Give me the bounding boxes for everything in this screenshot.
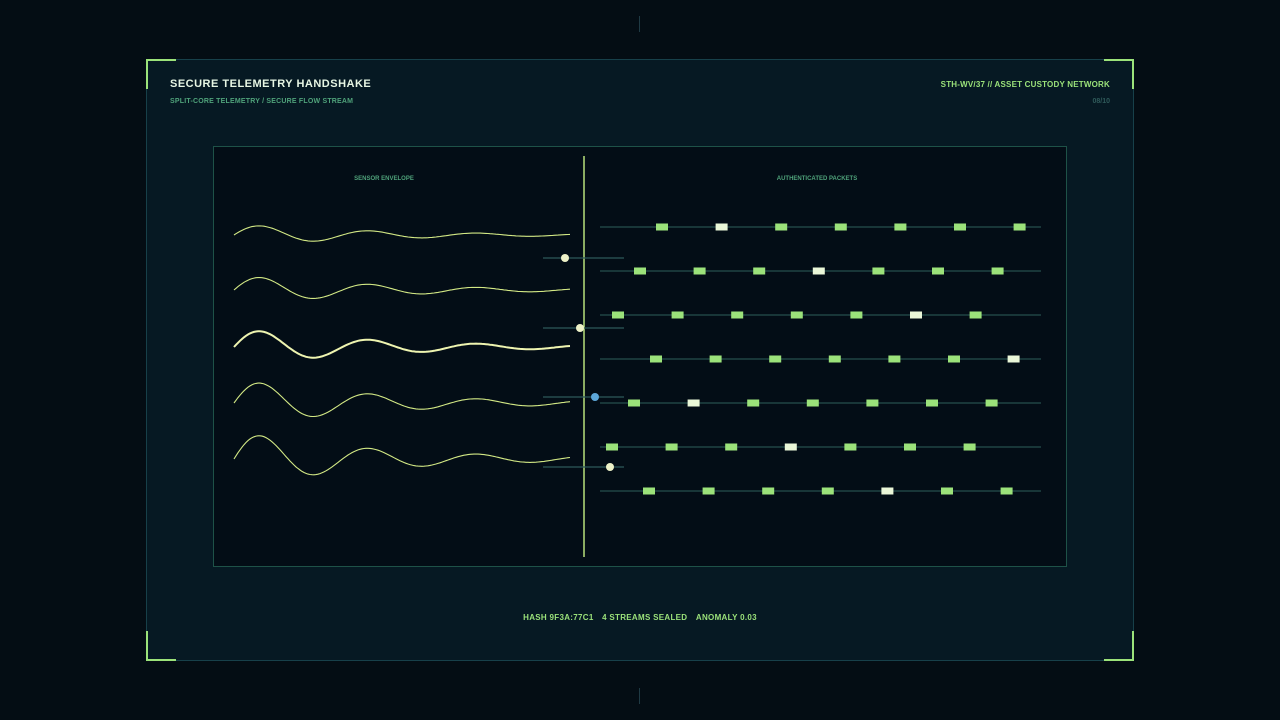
visualization-panel: SENSOR ENVELOPE AUTHENTICATED PACKETS <box>213 146 1067 567</box>
packet-block <box>784 443 797 451</box>
packet-block <box>634 267 646 275</box>
sensor-waves <box>233 225 571 476</box>
packet-block <box>969 311 982 319</box>
packet-block <box>606 443 618 451</box>
packet-block <box>866 399 879 407</box>
packet-block <box>894 223 907 231</box>
packet-block <box>850 311 863 319</box>
packet-block <box>888 355 901 363</box>
packet-block <box>948 355 960 363</box>
telemetry-visualization: SENSOR ENVELOPE AUTHENTICATED PACKETS <box>233 156 1041 557</box>
handshake-node-2 <box>576 324 584 332</box>
packet-block <box>941 487 953 495</box>
packet-block <box>665 443 678 451</box>
corner-bracket-bottom-left <box>146 631 176 661</box>
packet-block <box>985 399 998 407</box>
bottom-center-tick <box>639 688 640 704</box>
packet-block <box>1007 355 1020 363</box>
handshake-node-4 <box>606 463 614 471</box>
packet-block <box>926 399 938 407</box>
packet-block <box>693 267 706 275</box>
packet-block <box>881 487 894 495</box>
packet-block <box>702 487 715 495</box>
packet-block <box>628 399 640 407</box>
packet-block <box>769 355 782 363</box>
packet-block <box>725 443 738 451</box>
packet-block <box>954 223 966 231</box>
packet-streams <box>600 223 1041 495</box>
sensor-wave-2 <box>233 277 571 299</box>
packet-block <box>828 355 841 363</box>
packet-block <box>932 267 944 275</box>
packet-block <box>1000 487 1013 495</box>
top-center-tick <box>639 16 640 32</box>
page-title: SECURE TELEMETRY HANDSHAKE <box>170 78 372 90</box>
corner-bracket-bottom-right <box>1104 631 1134 661</box>
packet-block <box>715 223 728 231</box>
sensor-wave-4 <box>233 382 571 418</box>
page-subtitle: SPLIT-CORE TELEMETRY / SECURE FLOW STREA… <box>170 98 354 105</box>
packet-block <box>709 355 722 363</box>
packet-block <box>643 487 655 495</box>
packet-block <box>753 267 766 275</box>
packet-block <box>775 223 788 231</box>
packet-block <box>1013 223 1026 231</box>
packet-block <box>963 443 976 451</box>
packet-block <box>812 267 825 275</box>
sensor-envelope-label: SENSOR ENVELOPE <box>354 176 414 182</box>
packet-block <box>656 223 668 231</box>
sensor-wave-1 <box>233 225 571 242</box>
handshake-node-3 <box>591 393 599 401</box>
sensor-wave-3 <box>233 330 571 359</box>
packet-block <box>747 399 760 407</box>
handshake-node-1 <box>561 254 569 262</box>
packet-block <box>671 311 684 319</box>
packet-block <box>821 487 834 495</box>
packet-block <box>762 487 775 495</box>
hash-readout: HASH 9F3A:77C1 <box>523 613 594 622</box>
network-tag: STH-WV/37 // ASSET CUSTODY NETWORK <box>940 80 1110 89</box>
streams-readout: 4 STREAMS SEALED <box>602 613 688 622</box>
packet-block <box>834 223 847 231</box>
packet-block <box>991 267 1004 275</box>
packet-block <box>650 355 662 363</box>
packet-block <box>731 311 744 319</box>
packet-block <box>904 443 916 451</box>
sensor-wave-5 <box>233 435 571 476</box>
packet-block <box>612 311 624 319</box>
status-bar: HASH 9F3A:77C1 4 STREAMS SEALED ANOMALY … <box>147 613 1133 622</box>
packet-block <box>806 399 819 407</box>
authenticated-packets-label: AUTHENTICATED PACKETS <box>777 176 857 182</box>
packet-block <box>790 311 803 319</box>
packet-block <box>872 267 885 275</box>
anomaly-readout: ANOMALY 0.03 <box>695 613 757 622</box>
packet-block <box>844 443 857 451</box>
page-counter: 08/10 <box>1092 98 1110 105</box>
packet-block <box>910 311 922 319</box>
packet-block <box>687 399 700 407</box>
